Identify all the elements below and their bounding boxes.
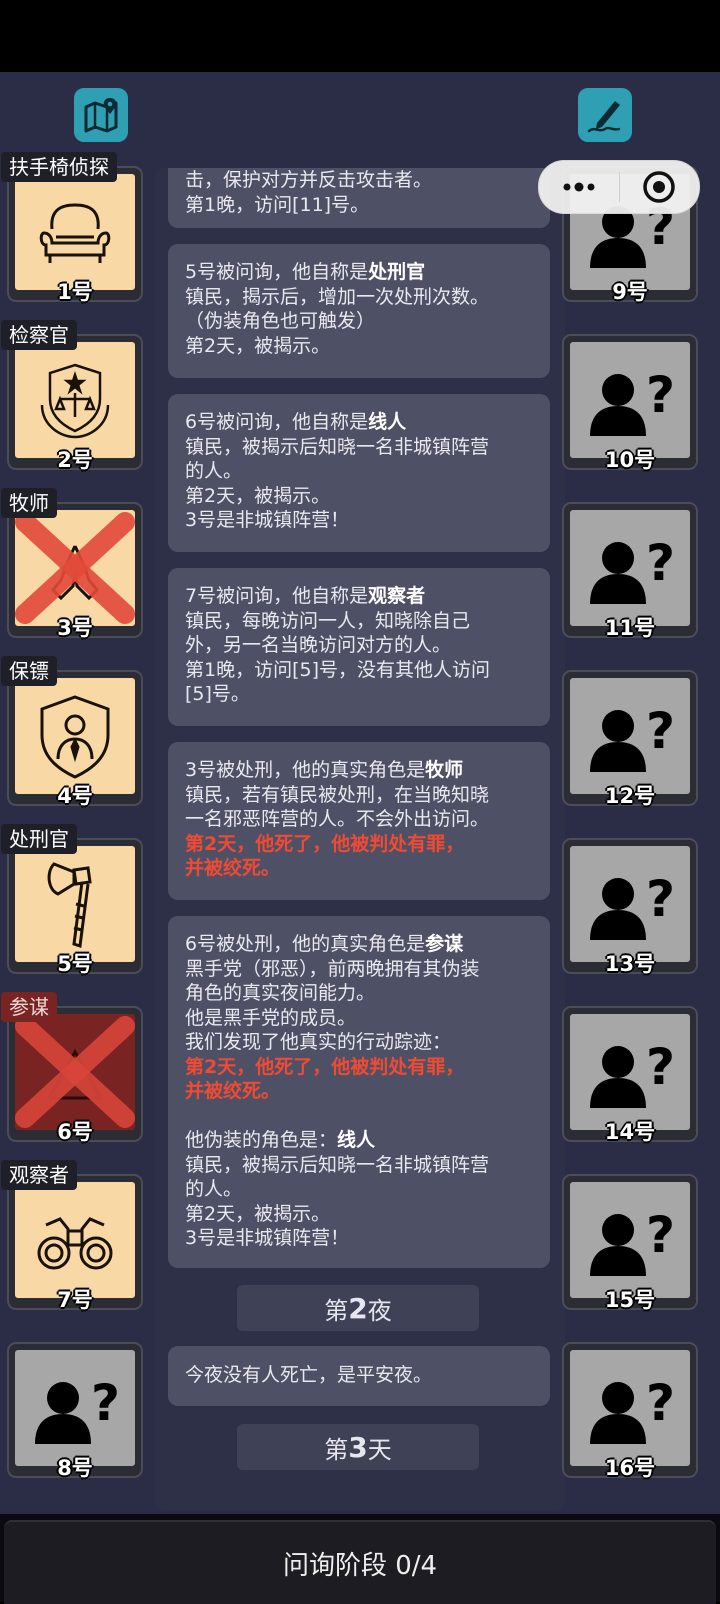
player-number: 6号	[57, 1120, 93, 1144]
axe-icon	[47, 862, 92, 948]
player-card-16[interactable]: ? 16号	[562, 1342, 698, 1480]
svg-text:?: ?	[646, 870, 675, 928]
player-number: 2号	[57, 448, 93, 472]
more-dots-icon	[563, 182, 595, 192]
svg-text:?: ?	[646, 702, 675, 760]
event-log[interactable]: 击，保护对方并反击攻击者。 第1晚，访问[11]号。 5号被问询，他自称是处刑官…	[155, 168, 565, 1510]
unknown-person-icon: ?	[35, 1374, 120, 1444]
log-message: 3号被处刑，他的真实角色是牧师 镇民，若有镇民被处刑，在当晚知晓 一名邪恶阵营的…	[168, 742, 550, 900]
close-miniprogram-button[interactable]	[620, 161, 700, 213]
role-tag: 保镖	[1, 656, 57, 686]
svg-text:?: ?	[646, 366, 675, 424]
unknown-person-icon: ?	[590, 366, 675, 436]
log-message: 6号被处刑，他的真实角色是参谋 黑手党（邪恶），前两晚拥有其伪装 角色的真实夜间…	[168, 916, 550, 1268]
unknown-person-icon: ?	[590, 702, 675, 772]
more-button[interactable]	[539, 161, 619, 213]
player-card-1[interactable]: 扶手椅侦探 1号	[1, 152, 143, 304]
svg-text:?: ?	[91, 1374, 120, 1432]
role-tag: 观察者	[1, 1160, 77, 1190]
pencil-icon	[587, 101, 621, 133]
player-number: 7号	[57, 1288, 93, 1312]
player-card-6[interactable]: 参谋 6号	[1, 992, 143, 1144]
role-tag: 检察官	[1, 320, 77, 350]
player-card-15[interactable]: ? 15号	[562, 1174, 698, 1312]
player-number: 4号	[57, 784, 93, 808]
card-face: ?	[570, 1182, 690, 1298]
card-face	[15, 342, 135, 458]
player-number: 9号	[612, 280, 648, 304]
unknown-person-icon: ?	[590, 870, 675, 940]
player-number: 10号	[604, 448, 656, 472]
role-tag: 扶手椅侦探	[1, 152, 117, 182]
card-face: ?	[570, 1350, 690, 1466]
card-face	[15, 174, 135, 290]
player-number: 3号	[57, 616, 93, 640]
top-black-bar	[0, 0, 720, 72]
player-number: 12号	[604, 784, 656, 808]
dead-x-mark	[15, 512, 135, 624]
card-face: ?	[570, 1014, 690, 1130]
player-card-10[interactable]: ? 10号	[562, 334, 698, 472]
armchair-icon	[39, 203, 111, 263]
player-card-11[interactable]: ? 11号	[562, 502, 698, 640]
player-number: 15号	[604, 1288, 656, 1312]
target-circle-icon	[643, 171, 675, 203]
player-card-2[interactable]: 检察官 2号	[1, 320, 143, 472]
player-card-5[interactable]: 处刑官 5号	[1, 824, 143, 976]
player-number: 11号	[604, 616, 656, 640]
card-face: ?	[570, 678, 690, 794]
player-number: 8号	[57, 1456, 93, 1480]
role-tag: 牧师	[1, 488, 57, 518]
player-card-12[interactable]: ? 12号	[562, 670, 698, 808]
day-divider: 第3天	[237, 1424, 479, 1470]
card-face	[15, 846, 135, 962]
binoculars-icon	[37, 1217, 113, 1270]
player-number: 16号	[604, 1456, 656, 1480]
card-face: ?	[570, 846, 690, 962]
card-face	[15, 678, 135, 794]
role-tag: 处刑官	[1, 824, 77, 854]
player-number: 5号	[57, 952, 93, 976]
night-divider: 第2夜	[237, 1285, 479, 1331]
unknown-person-icon: ?	[590, 1038, 675, 1108]
card-face	[15, 1182, 135, 1298]
svg-text:?: ?	[646, 1374, 675, 1432]
log-message: 5号被问询，他自称是处刑官 镇民，揭示后，增加一次处刑次数。 （伪装角色也可触发…	[168, 244, 550, 378]
unknown-person-icon: ?	[590, 1374, 675, 1444]
player-number: 13号	[604, 952, 656, 976]
role-tag: 参谋	[1, 992, 57, 1022]
svg-text:?: ?	[646, 1038, 675, 1096]
player-number: 14号	[604, 1120, 656, 1144]
log-message: 击，保护对方并反击攻击者。 第1晚，访问[11]号。	[168, 168, 550, 228]
miniprogram-capsule	[538, 160, 700, 214]
map-pin-icon	[84, 98, 118, 133]
dead-x-mark	[15, 1016, 135, 1128]
player-card-3[interactable]: 牧师 3号	[1, 488, 143, 640]
log-message: 7号被问询，他自称是观察者 镇民，每晚访问一人，知晓除自己 外，另一名当晚访问对…	[168, 568, 550, 726]
bodyguard-shield-icon	[40, 695, 110, 779]
log-message: 6号被问询，他自称是线人 镇民，被揭示后知晓一名非城镇阵营 的人。 第2天，被揭…	[168, 394, 550, 552]
player-number: 1号	[57, 280, 93, 304]
card-face: ?	[15, 1350, 135, 1466]
phase-indicator: 问询阶段 0/4	[4, 1520, 716, 1604]
player-card-13[interactable]: ? 13号	[562, 838, 698, 976]
map-button[interactable]	[74, 88, 128, 142]
svg-text:?: ?	[646, 1206, 675, 1264]
svg-text:?: ?	[646, 534, 675, 592]
unknown-person-icon: ?	[590, 1206, 675, 1276]
player-card-14[interactable]: ? 14号	[562, 1006, 698, 1144]
card-face: ?	[570, 510, 690, 626]
log-message: 今夜没有人死亡，是平安夜。	[168, 1346, 550, 1406]
player-card-4[interactable]: 保镖 4号	[1, 656, 143, 808]
unknown-person-icon: ?	[590, 534, 675, 604]
player-card-8[interactable]: ? 8号	[7, 1342, 143, 1480]
player-card-7[interactable]: 观察者 7号	[1, 1160, 143, 1312]
card-face: ?	[570, 342, 690, 458]
edit-button[interactable]	[578, 88, 632, 142]
justice-emblem-icon	[40, 363, 110, 439]
